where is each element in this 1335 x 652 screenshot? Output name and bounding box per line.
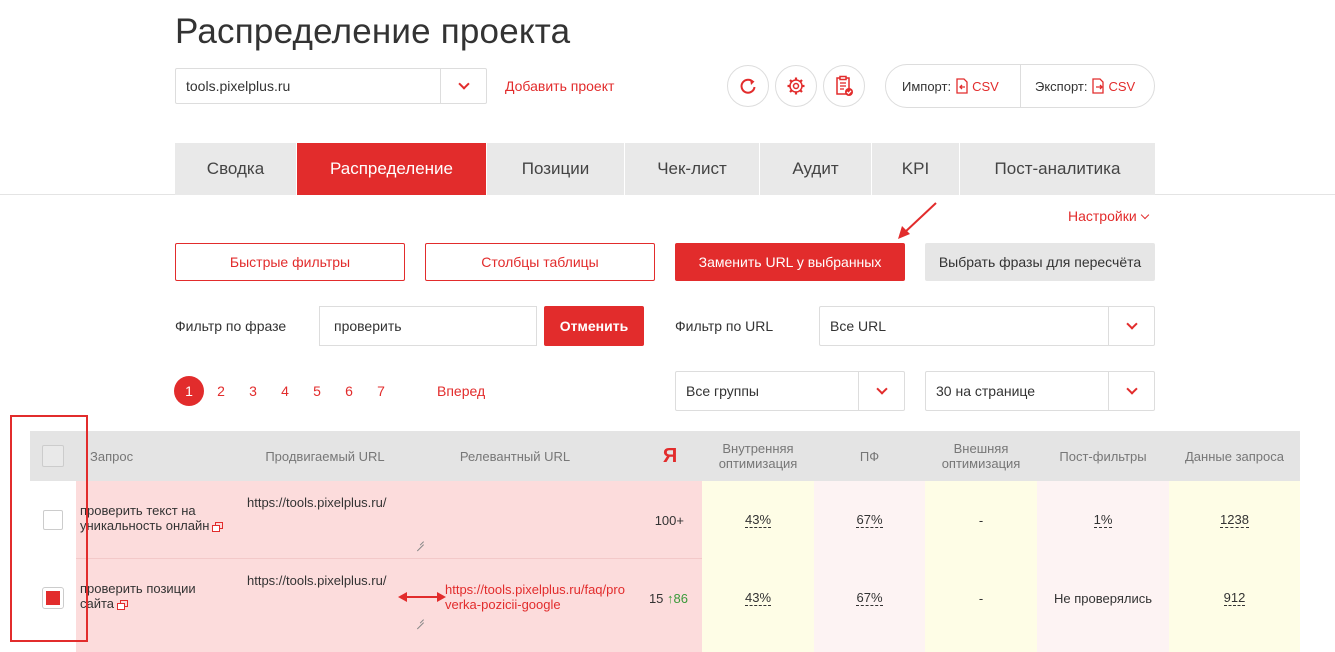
yandex-position: 15 ↑86 xyxy=(630,559,702,637)
annotation-highlight-box xyxy=(10,415,88,642)
header-pf: ПФ xyxy=(859,448,880,464)
row-query[interactable]: проверить позиции сайта xyxy=(80,581,230,611)
resize-handle-icon[interactable] xyxy=(416,537,424,545)
refresh-icon xyxy=(740,78,756,94)
pick-phrases-button[interactable]: Выбрать фразы для пересчёта xyxy=(925,243,1155,281)
table-row: проверить текст на уникальность онлайн h… xyxy=(30,481,1300,559)
post-filters-value[interactable]: 1% xyxy=(1037,481,1169,559)
resize-handle-icon[interactable] xyxy=(416,615,424,623)
page-3[interactable]: 3 xyxy=(238,376,268,406)
tab-positions[interactable]: Позиции xyxy=(487,143,625,195)
page-title: Распределение проекта xyxy=(175,12,571,51)
per-page-select[interactable]: 30 на странице xyxy=(925,371,1155,411)
url-filter-value: Все URL xyxy=(830,318,887,334)
groups-select-value: Все группы xyxy=(686,383,759,399)
table-header: Запрос Продвигаемый URL Релевантный URL … xyxy=(30,431,1300,481)
settings-button[interactable] xyxy=(775,65,817,107)
annotation-arrow-icon xyxy=(898,202,937,239)
report-button[interactable] xyxy=(823,65,865,107)
pf-value[interactable]: 67% xyxy=(814,481,925,559)
import-export-group: Импорт: CSV Экспорт: CSV xyxy=(885,64,1155,108)
promoted-url-field[interactable]: https://tools.pixelplus.ru/ xyxy=(247,495,427,510)
import-button[interactable]: Импорт: CSV xyxy=(902,65,999,107)
post-filters-value: Не проверялись xyxy=(1037,559,1169,637)
groups-select[interactable]: Все группы xyxy=(675,371,905,411)
internal-opt-value[interactable]: 43% xyxy=(702,559,814,637)
yandex-icon: Я xyxy=(662,444,678,467)
relevant-url-link[interactable]: https://tools.pixelplus.ru/faq/proverka-… xyxy=(445,582,630,612)
yandex-position: 100+ xyxy=(654,512,684,528)
internal-opt-value[interactable]: 43% xyxy=(702,481,814,559)
tab-audit[interactable]: Аудит xyxy=(760,143,872,195)
file-import-icon xyxy=(956,78,968,94)
settings-link-label: Настройки xyxy=(1068,208,1137,224)
chevron-down-icon xyxy=(1140,210,1149,219)
chevron-down-icon[interactable] xyxy=(1108,307,1154,345)
cancel-filter-button[interactable]: Отменить xyxy=(544,306,644,346)
add-project-link[interactable]: Добавить проект xyxy=(505,78,614,94)
tab-checklist[interactable]: Чек-лист xyxy=(625,143,760,195)
quick-filters-button[interactable]: Быстрые фильтры xyxy=(175,243,405,281)
query-text: проверить позиции сайта xyxy=(80,581,196,611)
header-external-opt: Внешняя оптимизация xyxy=(941,441,1021,471)
url-filter-label: Фильтр по URL xyxy=(675,318,774,334)
header-relevant-url: Релевантный URL xyxy=(459,448,571,464)
import-label: Импорт: xyxy=(902,78,952,94)
external-opt-value: - xyxy=(925,559,1037,637)
page-2[interactable]: 2 xyxy=(206,376,236,406)
page-5[interactable]: 5 xyxy=(302,376,332,406)
position-change: ↑86 xyxy=(667,590,688,606)
next-page-link[interactable]: Вперед xyxy=(437,383,485,399)
chevron-down-icon[interactable] xyxy=(858,372,904,410)
header-query-data: Данные запроса xyxy=(1185,448,1284,464)
per-page-select-value: 30 на странице xyxy=(936,383,1036,399)
page-4[interactable]: 4 xyxy=(270,376,300,406)
page-8-hidden xyxy=(398,376,428,406)
position-value: 15 xyxy=(648,590,664,606)
import-format: CSV xyxy=(972,78,999,94)
gear-icon xyxy=(787,77,805,95)
chevron-down-icon[interactable] xyxy=(1108,372,1154,410)
table-columns-button[interactable]: Столбцы таблицы xyxy=(425,243,655,281)
table-row: проверить позиции сайта https://tools.pi… xyxy=(30,559,1300,637)
header-query: Запрос xyxy=(90,448,134,464)
url-filter-select[interactable]: Все URL xyxy=(819,306,1155,346)
pf-value[interactable]: 67% xyxy=(814,559,925,637)
tab-summary[interactable]: Сводка xyxy=(175,143,297,195)
query-data-value[interactable]: 1238 xyxy=(1169,481,1300,559)
refresh-button[interactable] xyxy=(727,65,769,107)
double-arrow-icon xyxy=(398,592,446,602)
tab-kpi[interactable]: KPI xyxy=(872,143,960,195)
chevron-down-icon[interactable] xyxy=(440,69,486,103)
settings-link[interactable]: Настройки xyxy=(1068,208,1149,224)
file-export-icon xyxy=(1092,78,1105,94)
header-post-filters: Пост-фильтры xyxy=(1059,448,1147,464)
replace-url-button[interactable]: Заменить URL у выбранных xyxy=(675,243,905,281)
query-text: проверить текст на уникальность онлайн xyxy=(80,503,210,533)
external-link-icon[interactable] xyxy=(212,521,224,532)
phrase-filter-input[interactable]: проверить xyxy=(319,306,537,346)
tab-distribution[interactable]: Распределение xyxy=(297,143,487,195)
promoted-url-field[interactable]: https://tools.pixelplus.ru/ xyxy=(247,573,427,588)
project-select[interactable]: tools.pixelplus.ru xyxy=(175,68,487,104)
page-6[interactable]: 6 xyxy=(334,376,364,406)
header-promoted-url: Продвигаемый URL xyxy=(265,448,385,464)
table-row-partial xyxy=(76,637,702,652)
header-internal-opt: Внутренняя оптимизация xyxy=(718,441,798,471)
tab-post-analytics[interactable]: Пост-аналитика xyxy=(960,143,1155,195)
page-1[interactable]: 1 xyxy=(174,376,204,406)
query-data-value[interactable]: 912 xyxy=(1169,559,1300,637)
project-select-value: tools.pixelplus.ru xyxy=(186,78,291,94)
clipboard-check-icon xyxy=(836,75,853,96)
external-link-icon[interactable] xyxy=(117,599,129,610)
export-button[interactable]: Экспорт: CSV xyxy=(1035,65,1135,107)
export-label: Экспорт: xyxy=(1035,78,1088,94)
external-opt-value: - xyxy=(925,481,1037,559)
export-format: CSV xyxy=(1108,78,1136,94)
phrase-filter-label: Фильтр по фразе xyxy=(175,318,287,334)
row-query[interactable]: проверить текст на уникальность онлайн xyxy=(80,503,230,533)
page-7[interactable]: 7 xyxy=(366,376,396,406)
